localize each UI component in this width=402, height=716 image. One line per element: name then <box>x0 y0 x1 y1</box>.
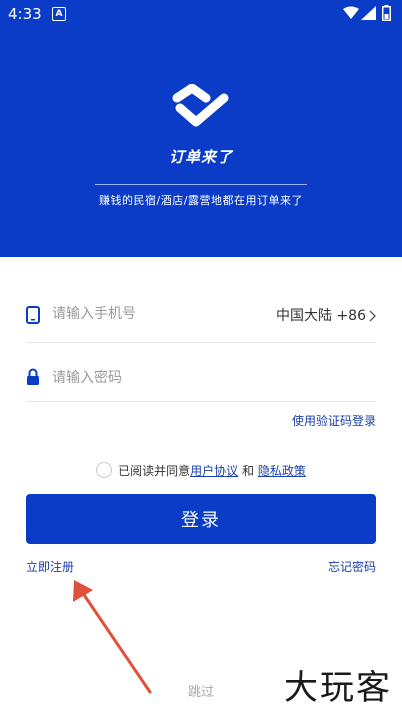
status-bar: 4:33 A <box>0 0 402 28</box>
slogan: 赚钱的民宿/酒店/露营地都在用订单来了 <box>99 194 303 207</box>
password-row <box>26 356 376 402</box>
hero-divider <box>95 184 307 185</box>
notification-icon: A <box>52 7 66 21</box>
privacy-policy-link[interactable]: 隐私政策 <box>258 464 306 478</box>
hero-banner: 4:33 A 订单来了 赚钱的民宿/酒店/露营地都在用订单来了 <box>0 0 402 257</box>
chevron-right-icon <box>369 310 376 322</box>
order-logo-icon <box>172 84 229 127</box>
user-agreement-link[interactable]: 用户协议 <box>190 464 238 478</box>
status-time: 4:33 <box>8 5 42 23</box>
password-input[interactable] <box>52 364 252 392</box>
lock-icon <box>27 368 39 385</box>
watermark-logo: 大玩客 <box>284 668 392 708</box>
agreement-checkbox[interactable] <box>96 462 113 478</box>
wifi-icon <box>343 6 359 19</box>
phone-icon <box>26 306 40 324</box>
agreement-line: 已阅读并同意用户协议 和 隐私政策 <box>0 462 402 479</box>
agreement-prefix: 已阅读并同意 <box>118 464 191 478</box>
country-code-select[interactable]: 中国大陆 +86 <box>276 305 376 325</box>
login-button[interactable]: 登录 <box>26 494 376 544</box>
forgot-password-link[interactable]: 忘记密码 <box>328 558 376 575</box>
annotation-arrow-icon <box>73 580 152 694</box>
phone-input[interactable] <box>52 300 252 328</box>
phone-row: 中国大陆 +86 <box>26 292 376 343</box>
country-code-label: 中国大陆 +86 <box>276 308 366 324</box>
sms-code-login-link[interactable]: 使用验证码登录 <box>292 412 376 429</box>
agreement-and: 和 <box>242 464 255 478</box>
signal-icon <box>361 6 376 20</box>
brand-name: 订单来了 <box>168 148 233 166</box>
battery-icon <box>382 5 391 21</box>
